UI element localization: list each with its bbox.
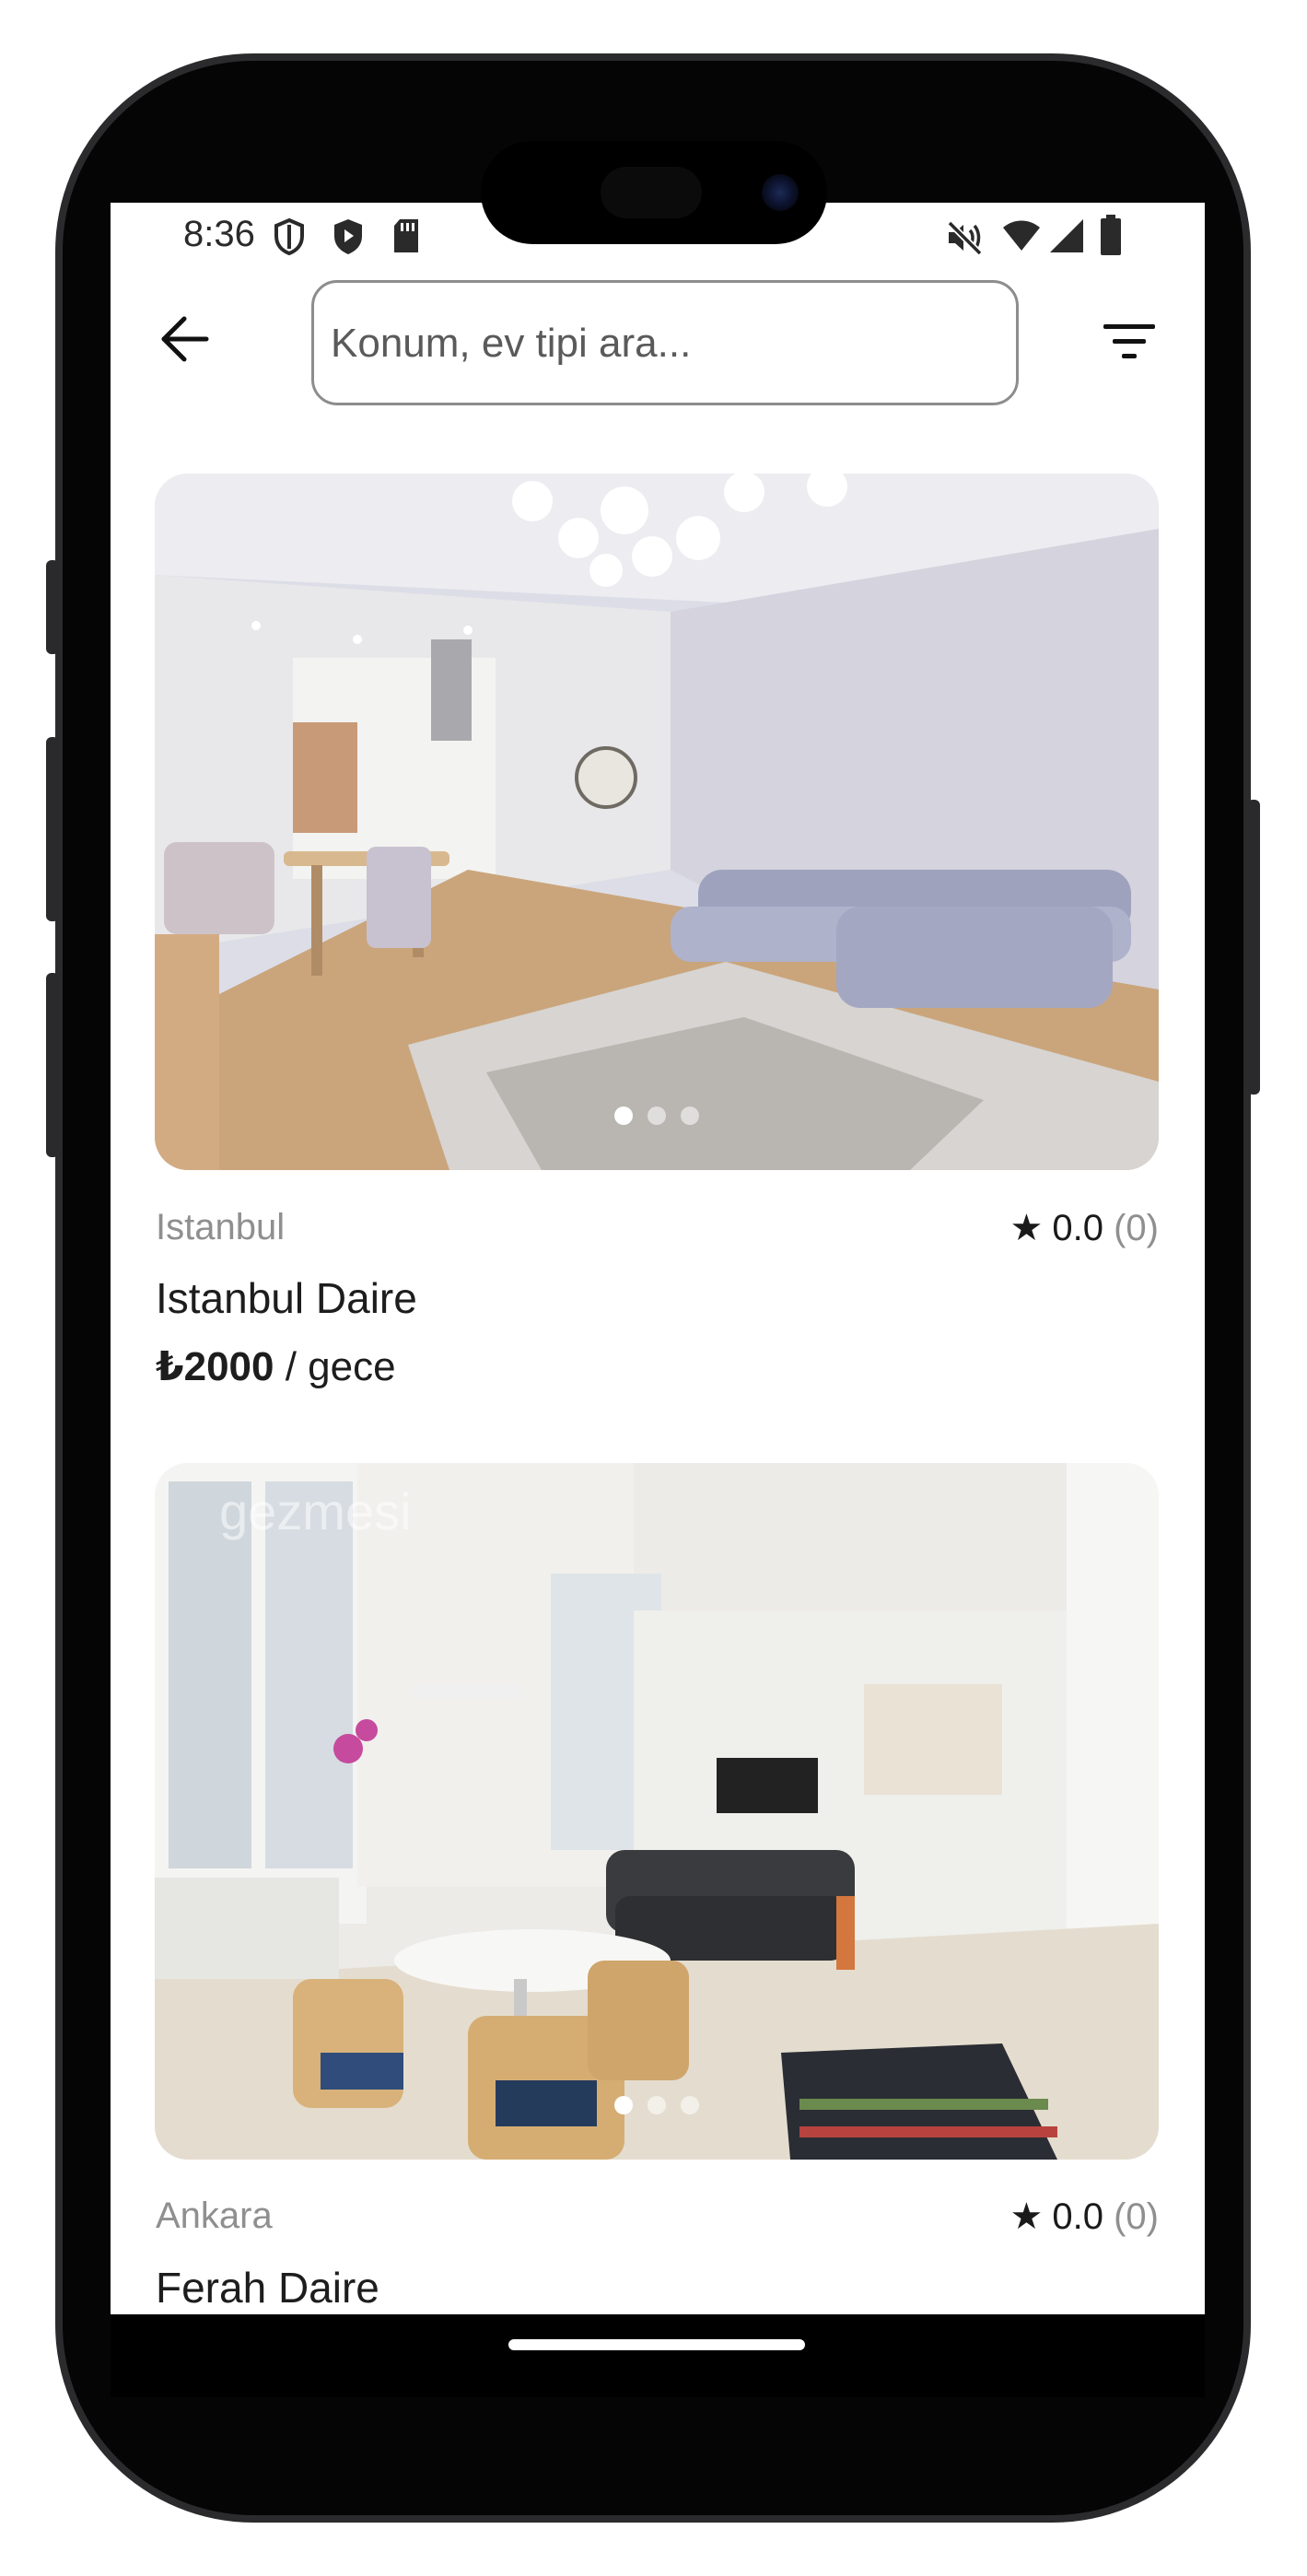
star-icon: ★ (1009, 1208, 1044, 1248)
pager-dot[interactable] (648, 2096, 666, 2114)
battery-icon (1101, 215, 1121, 255)
mute-icon (947, 220, 983, 256)
sd-card-icon (394, 219, 418, 252)
listing-location: Ankara (156, 2195, 273, 2236)
wifi-icon (1003, 220, 1040, 251)
search-field[interactable] (311, 280, 1019, 405)
signal-icon (1050, 219, 1083, 252)
volume-down-button (46, 973, 59, 1157)
shield-outline-icon (274, 217, 304, 256)
price-amount: ₺2000 (156, 1344, 274, 1389)
dynamic-island (481, 141, 827, 244)
app-screen: 8:36 Konum, ev tipi ara... Istanbul ★ 0.… (111, 203, 1205, 2314)
power-button (1247, 800, 1260, 1095)
filter-icon[interactable] (1102, 319, 1157, 365)
listing-title[interactable]: Ferah Daire (156, 2263, 379, 2313)
play-shield-icon (334, 219, 362, 254)
back-arrow-icon[interactable] (157, 311, 212, 367)
front-camera-icon (762, 174, 799, 211)
listing-rating: ★ 0.0 (0) (1010, 2195, 1159, 2238)
price-unit: / gece (274, 1344, 396, 1389)
image-pager-dots[interactable] (155, 1107, 1159, 1130)
listing-location: Istanbul (156, 1207, 286, 1247)
volume-up-button (46, 737, 59, 921)
rating-value: 0.0 (1052, 2196, 1103, 2237)
pager-dot[interactable] (614, 1107, 633, 1125)
pager-dot[interactable] (648, 1107, 666, 1125)
pager-dot[interactable] (681, 1107, 699, 1125)
listing-image[interactable] (155, 474, 1159, 1170)
pager-dot[interactable] (614, 2096, 633, 2114)
rating-value: 0.0 (1052, 1208, 1103, 1248)
status-time: 8:36 (183, 214, 255, 254)
review-count: (0) (1114, 1208, 1159, 1248)
dining-room-photo (155, 1463, 1159, 2160)
review-count: (0) (1114, 2196, 1159, 2237)
listing-image[interactable]: gezmesi (155, 1463, 1159, 2160)
search-input[interactable] (329, 283, 996, 404)
listing-title[interactable]: Istanbul Daire (156, 1273, 417, 1323)
star-icon: ★ (1009, 2196, 1044, 2237)
listing-rating: ★ 0.0 (0) (1010, 1207, 1159, 1249)
face-id-sensor (601, 167, 702, 218)
image-watermark: gezmesi (219, 1482, 412, 1540)
pager-dot[interactable] (681, 2096, 699, 2114)
home-indicator-area (111, 2314, 1205, 2397)
listing-price: ₺2000 / gece (156, 1343, 396, 1390)
home-indicator[interactable] (508, 2339, 805, 2350)
image-pager-dots[interactable] (155, 2096, 1159, 2119)
action-button (46, 560, 59, 654)
living-room-photo (155, 474, 1159, 1170)
